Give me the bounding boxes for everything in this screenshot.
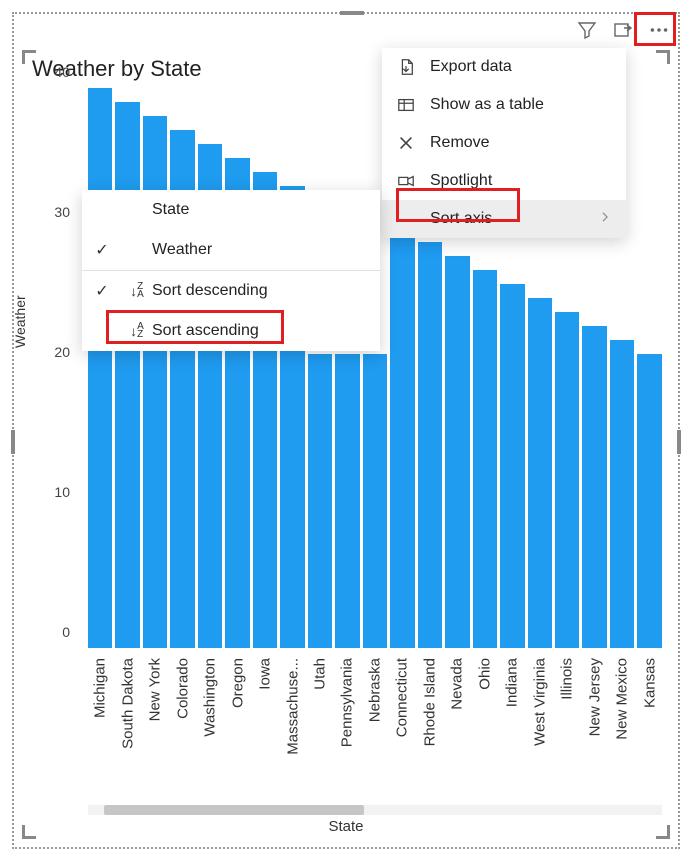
bar[interactable] [610, 340, 634, 648]
bar[interactable] [528, 298, 552, 648]
bar[interactable] [115, 102, 139, 648]
more-options-icon[interactable] [648, 19, 670, 41]
bar[interactable] [500, 284, 524, 648]
menu-item-label: Spotlight [430, 172, 492, 190]
spotlight-icon [396, 171, 416, 191]
focus-mode-icon[interactable] [612, 19, 634, 41]
submenu-item-label: State [152, 201, 380, 219]
x-tick-label: Iowa [253, 652, 277, 822]
submenu-item-weather[interactable]: ✓ Weather [82, 230, 380, 270]
x-tick-label: Utah [308, 652, 332, 822]
x-tick-label: Illinois [555, 652, 579, 822]
bar[interactable] [335, 354, 359, 648]
x-axis-labels: MichiganSouth DakotaNew YorkColoradoWash… [88, 652, 662, 822]
x-tick-label: Pennsylvania [335, 652, 359, 822]
y-tick: 40 [30, 64, 70, 80]
bar[interactable] [418, 242, 442, 648]
x-tick-label: New Mexico [610, 652, 634, 822]
x-tick-label: Michigan [88, 652, 112, 822]
x-tick-label: West Virginia [528, 652, 552, 822]
x-tick-label: Washington [198, 652, 222, 822]
resize-handle-right[interactable] [677, 430, 681, 454]
menu-item-label: Show as a table [430, 96, 544, 114]
menu-item-spotlight[interactable]: Spotlight [382, 162, 626, 200]
bar[interactable] [363, 354, 387, 648]
x-tick-label: Connecticut [390, 652, 414, 822]
sort-axis-submenu: State ✓ Weather ✓ ↓ZA Sort descending ↓A… [82, 190, 380, 351]
export-icon [396, 57, 416, 77]
menu-item-label: Export data [430, 58, 512, 76]
chevron-right-icon [598, 210, 612, 229]
x-tick-label: Oregon [225, 652, 249, 822]
context-menu: Export data Show as a table Remove Spotl… [382, 48, 626, 238]
x-tick-label: Massachuse... [280, 652, 304, 822]
bar[interactable] [88, 88, 112, 648]
bar[interactable] [390, 235, 414, 648]
bar[interactable] [473, 270, 497, 648]
x-tick-label: New York [143, 652, 167, 822]
y-tick: 30 [30, 204, 70, 220]
remove-icon [396, 133, 416, 153]
x-tick-label: Nebraska [363, 652, 387, 822]
sort-asc-icon: ↓AZ [122, 323, 152, 339]
resize-handle-top[interactable] [340, 11, 364, 15]
bar[interactable] [308, 354, 332, 648]
visual-toolbar [576, 14, 670, 46]
y-tick: 0 [30, 624, 70, 640]
scrollbar-thumb[interactable] [104, 805, 364, 815]
submenu-item-label: Sort ascending [152, 322, 380, 340]
bar[interactable] [637, 354, 661, 648]
table-icon [396, 95, 416, 115]
menu-item-sort-axis[interactable]: Sort axis [382, 200, 626, 238]
y-axis-label: Weather [12, 295, 28, 348]
bar[interactable] [555, 312, 579, 648]
menu-item-show-as-table[interactable]: Show as a table [382, 86, 626, 124]
menu-item-label: Sort axis [430, 210, 492, 228]
check-icon: ✓ [82, 281, 122, 301]
menu-item-label: Remove [430, 134, 490, 152]
y-tick: 20 [30, 344, 70, 360]
menu-item-export-data[interactable]: Export data [382, 48, 626, 86]
sort-desc-icon: ↓ZA [122, 283, 152, 299]
submenu-item-state[interactable]: State [82, 190, 380, 230]
x-tick-label: New Jersey [582, 652, 606, 822]
y-axis: 0 10 20 30 40 [22, 88, 82, 648]
horizontal-scrollbar[interactable] [88, 805, 662, 815]
blank-icon [396, 209, 416, 229]
bar[interactable] [582, 326, 606, 648]
submenu-item-label: Sort descending [152, 282, 380, 300]
x-tick-label: Colorado [170, 652, 194, 822]
x-tick-label: Nevada [445, 652, 469, 822]
filter-icon[interactable] [576, 19, 598, 41]
x-axis-title: State [328, 818, 363, 835]
x-tick-label: South Dakota [115, 652, 139, 822]
submenu-item-sort-ascending[interactable]: ↓AZ Sort ascending [82, 311, 380, 351]
bar[interactable] [445, 256, 469, 648]
resize-handle-left[interactable] [11, 430, 15, 454]
submenu-item-sort-descending[interactable]: ✓ ↓ZA Sort descending [82, 271, 380, 311]
submenu-item-label: Weather [152, 241, 380, 259]
x-tick-label: Rhode Island [418, 652, 442, 822]
check-icon: ✓ [82, 240, 122, 260]
menu-item-remove[interactable]: Remove [382, 124, 626, 162]
x-tick-label: Ohio [473, 652, 497, 822]
x-tick-label: Indiana [500, 652, 524, 822]
y-tick: 10 [30, 484, 70, 500]
x-tick-label: Kansas [637, 652, 661, 822]
